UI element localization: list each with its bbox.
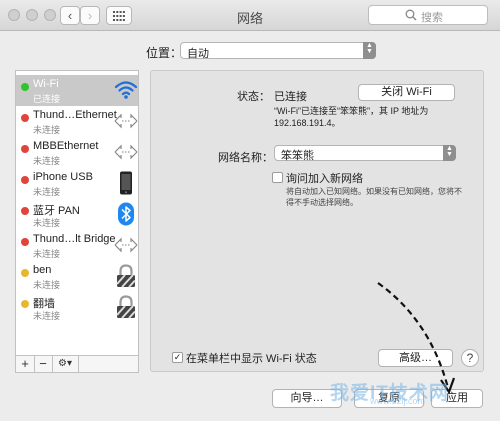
annotation-arrow bbox=[377, 282, 456, 395]
watermark-url: www.52ij.com bbox=[370, 396, 426, 406]
